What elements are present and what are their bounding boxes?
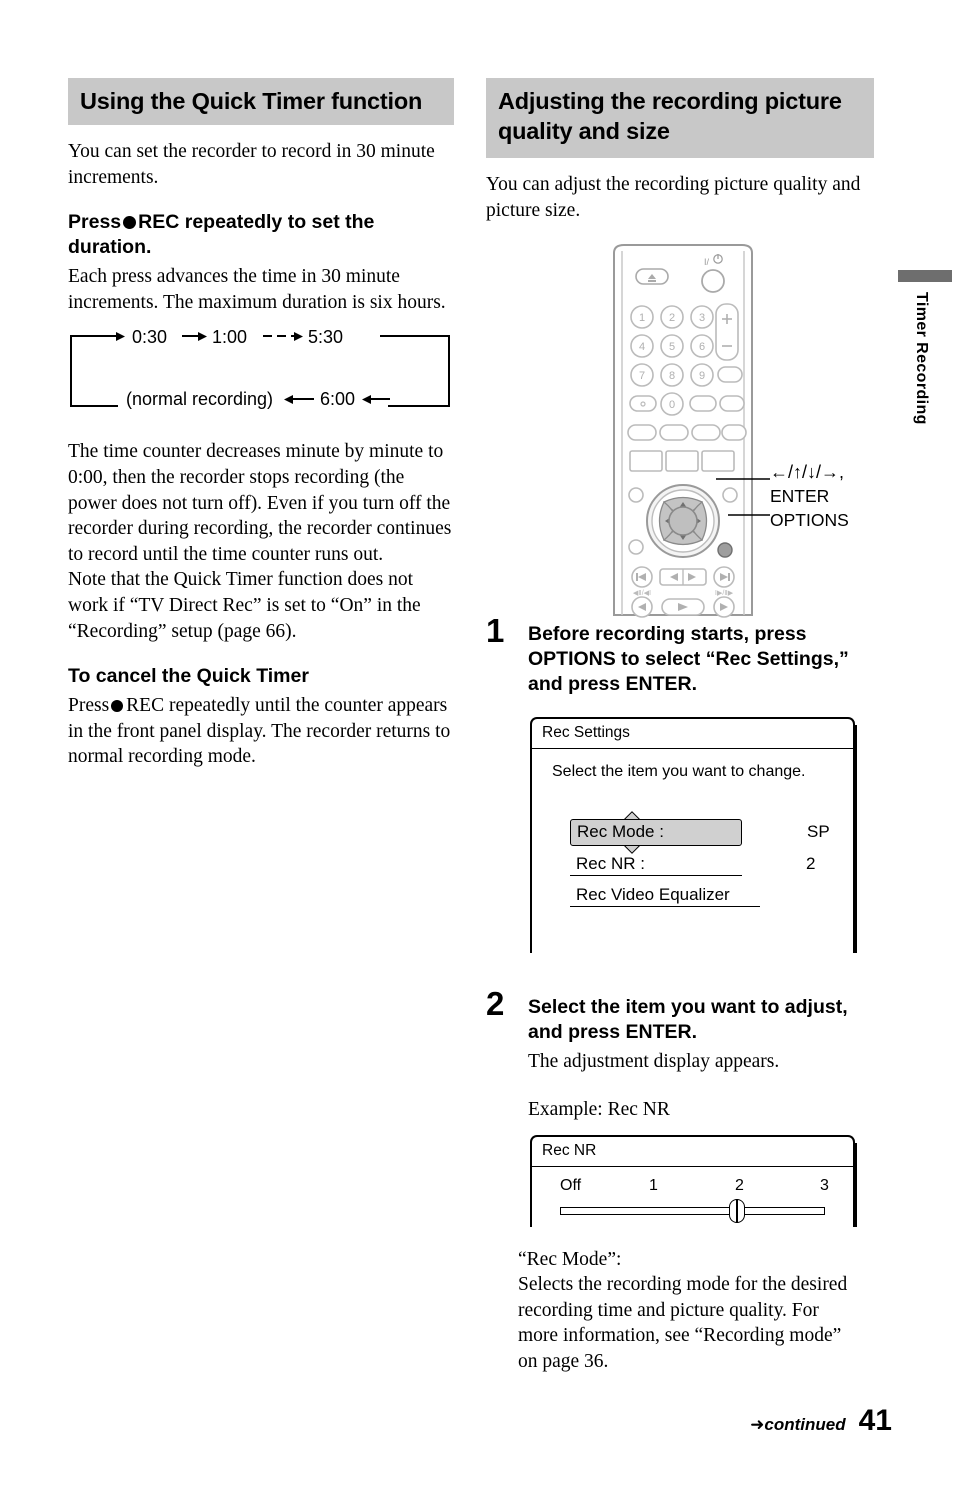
flow-arrow-enter-icon [116,331,125,341]
side-thumb-tab: Timer Recording [898,270,952,425]
side-tab-label: Timer Recording [913,292,930,425]
step-2-title: Select the item you want to adjust, and … [528,996,848,1044]
svg-text:3: 3 [699,312,705,324]
continued-text: continued [764,1415,846,1434]
rec-settings-instruction: Select the item you want to change. [552,763,806,781]
manual-page: Using the Quick Timer function You can s… [0,0,954,1486]
step-2-example: Example: Rec NR [528,1098,670,1120]
section-heading-quick-timer: Using the Quick Timer function [68,78,454,126]
rec-nr-tick-0: Off [560,1176,582,1194]
flow-normal-recording-label: (normal recording) [126,389,274,410]
step-1-title: Before recording starts, press OPTIONS t… [528,623,849,696]
menu-item-rec-mode[interactable]: Rec Mode : SP [570,819,830,847]
rec-nr-dialog: Rec NR Off 1 2 3 [530,1134,857,1227]
record-dot-icon-2 [111,700,124,713]
callout-leader-lines [716,478,770,516]
svg-text:4: 4 [639,341,645,353]
rec-nr-slider-track[interactable] [560,1198,825,1223]
continued-label: ➜continued [750,1415,845,1435]
rec-nr-tick-2: 2 [735,1176,744,1194]
cancel-body-before: Press [68,695,110,717]
section-heading-adjusting: Adjusting the recording picture quality … [486,78,874,159]
svg-text:I/: I/ [704,257,710,267]
step-2-body: The adjustment display appears. [528,1051,780,1073]
arrow-right-icon: ➜ [750,1415,765,1434]
svg-text:0: 0 [669,399,675,411]
remote-callout-labels: ←/↑/↓/→, ENTER OPTIONS [770,460,849,532]
rec-settings-menu: Rec Mode : SP Rec NR : 2 Rec Video Equal… [570,819,860,908]
flow-arrow-left2-icon [362,394,371,404]
svg-text:7: 7 [639,370,645,382]
callout-direction-buttons: ←/↑/↓/→, [770,462,845,482]
step-2: 2 Select the item you want to adjust, an… [486,987,874,1122]
menu-item-rec-nr-value: 2 [806,854,816,874]
flow-item-1: 1:00 [212,327,248,348]
press-rec-body: Each press advances the time in 30 minut… [68,266,446,313]
menu-item-rec-mode-label: Rec Mode : [577,822,664,842]
rec-mode-description-body: Selects the recording mode for the desir… [518,1274,848,1372]
flow-item-2: 5:30 [308,327,344,348]
page-number: 41 [858,1404,892,1437]
record-dot-icon [123,216,137,230]
remote-control-illustration: I/ 1 2 3 4 5 6 7 8 9 0 ◀Ⅱ/◀Ⅰ Ⅰ▶/Ⅱ▶ [608,243,758,623]
rec-nr-tick-1: 1 [649,1176,658,1194]
flow-arrow-right-icon [198,331,207,341]
side-tab-bar [898,270,952,282]
quick-timer-intro: You can set the recorder to record in 30… [68,141,435,188]
press-rec-heading-before: Press [68,211,122,234]
svg-text:5: 5 [669,341,675,353]
menu-item-rec-nr[interactable]: Rec NR : 2 [570,851,815,877]
menu-item-rec-mode-value: SP [807,822,830,842]
step-1-number: 1 [486,612,505,650]
callout-options-button: OPTIONS [770,510,849,530]
flow-item-3: 6:00 [320,389,356,410]
rec-settings-title: Rec Settings [532,719,853,750]
menu-item-rec-video-equalizer[interactable]: Rec Video Equalizer [570,882,760,908]
menu-item-rec-nr-label: Rec NR : [576,854,645,874]
note-body: Note that the Quick Timer function does … [68,569,421,642]
menu-item-rec-video-equalizer-label: Rec Video Equalizer [576,885,730,905]
adjusting-intro: You can adjust the recording picture qua… [486,174,861,221]
flow-arrow-dashed-icon [294,331,303,341]
svg-text:1: 1 [639,312,645,324]
svg-text:6: 6 [699,341,705,353]
callout-enter-button: ENTER [770,486,830,506]
rec-nr-title: Rec NR [532,1137,853,1167]
rec-mode-description-label: “Rec Mode”: [518,1248,622,1270]
rec-nr-scale: Off 1 2 3 [560,1176,829,1203]
svg-text:9: 9 [699,370,705,382]
press-rec-heading: Press REC repeatedly to set the duration. [68,210,454,260]
page-footer: ➜continued 41 [750,1404,892,1438]
cancel-body-after: REC repeatedly until the counter appears… [68,695,451,768]
flow-item-0: 0:30 [132,327,168,348]
rec-nr-slider-thumb[interactable] [729,1198,745,1223]
cancel-quick-timer-body: Press REC repeatedly until the counter ap… [68,693,454,770]
counter-body: The time counter decreases minute by min… [68,441,452,565]
cancel-quick-timer-heading: To cancel the Quick Timer [68,665,309,688]
chevron-up-icon [623,810,641,819]
rec-nr-tick-3: 3 [820,1176,829,1194]
step-1: 1 Before recording starts, press OPTIONS… [486,614,874,697]
rec-settings-dialog: Rec Settings Select the item you want to… [530,717,857,954]
step-2-number: 2 [486,985,505,1023]
svg-text:2: 2 [669,312,675,324]
svg-text:◀Ⅱ/◀Ⅰ: ◀Ⅱ/◀Ⅰ [633,590,651,597]
svg-text:Ⅰ▶/Ⅱ▶: Ⅰ▶/Ⅱ▶ [715,590,734,597]
svg-text:8: 8 [669,370,675,382]
left-column: Using the Quick Timer function You can s… [68,78,454,770]
flow-arrow-left-icon [284,394,293,404]
quick-timer-flow-diagram: 0:30 1:00 5:30 (normal recording) 6:00 [70,327,450,419]
